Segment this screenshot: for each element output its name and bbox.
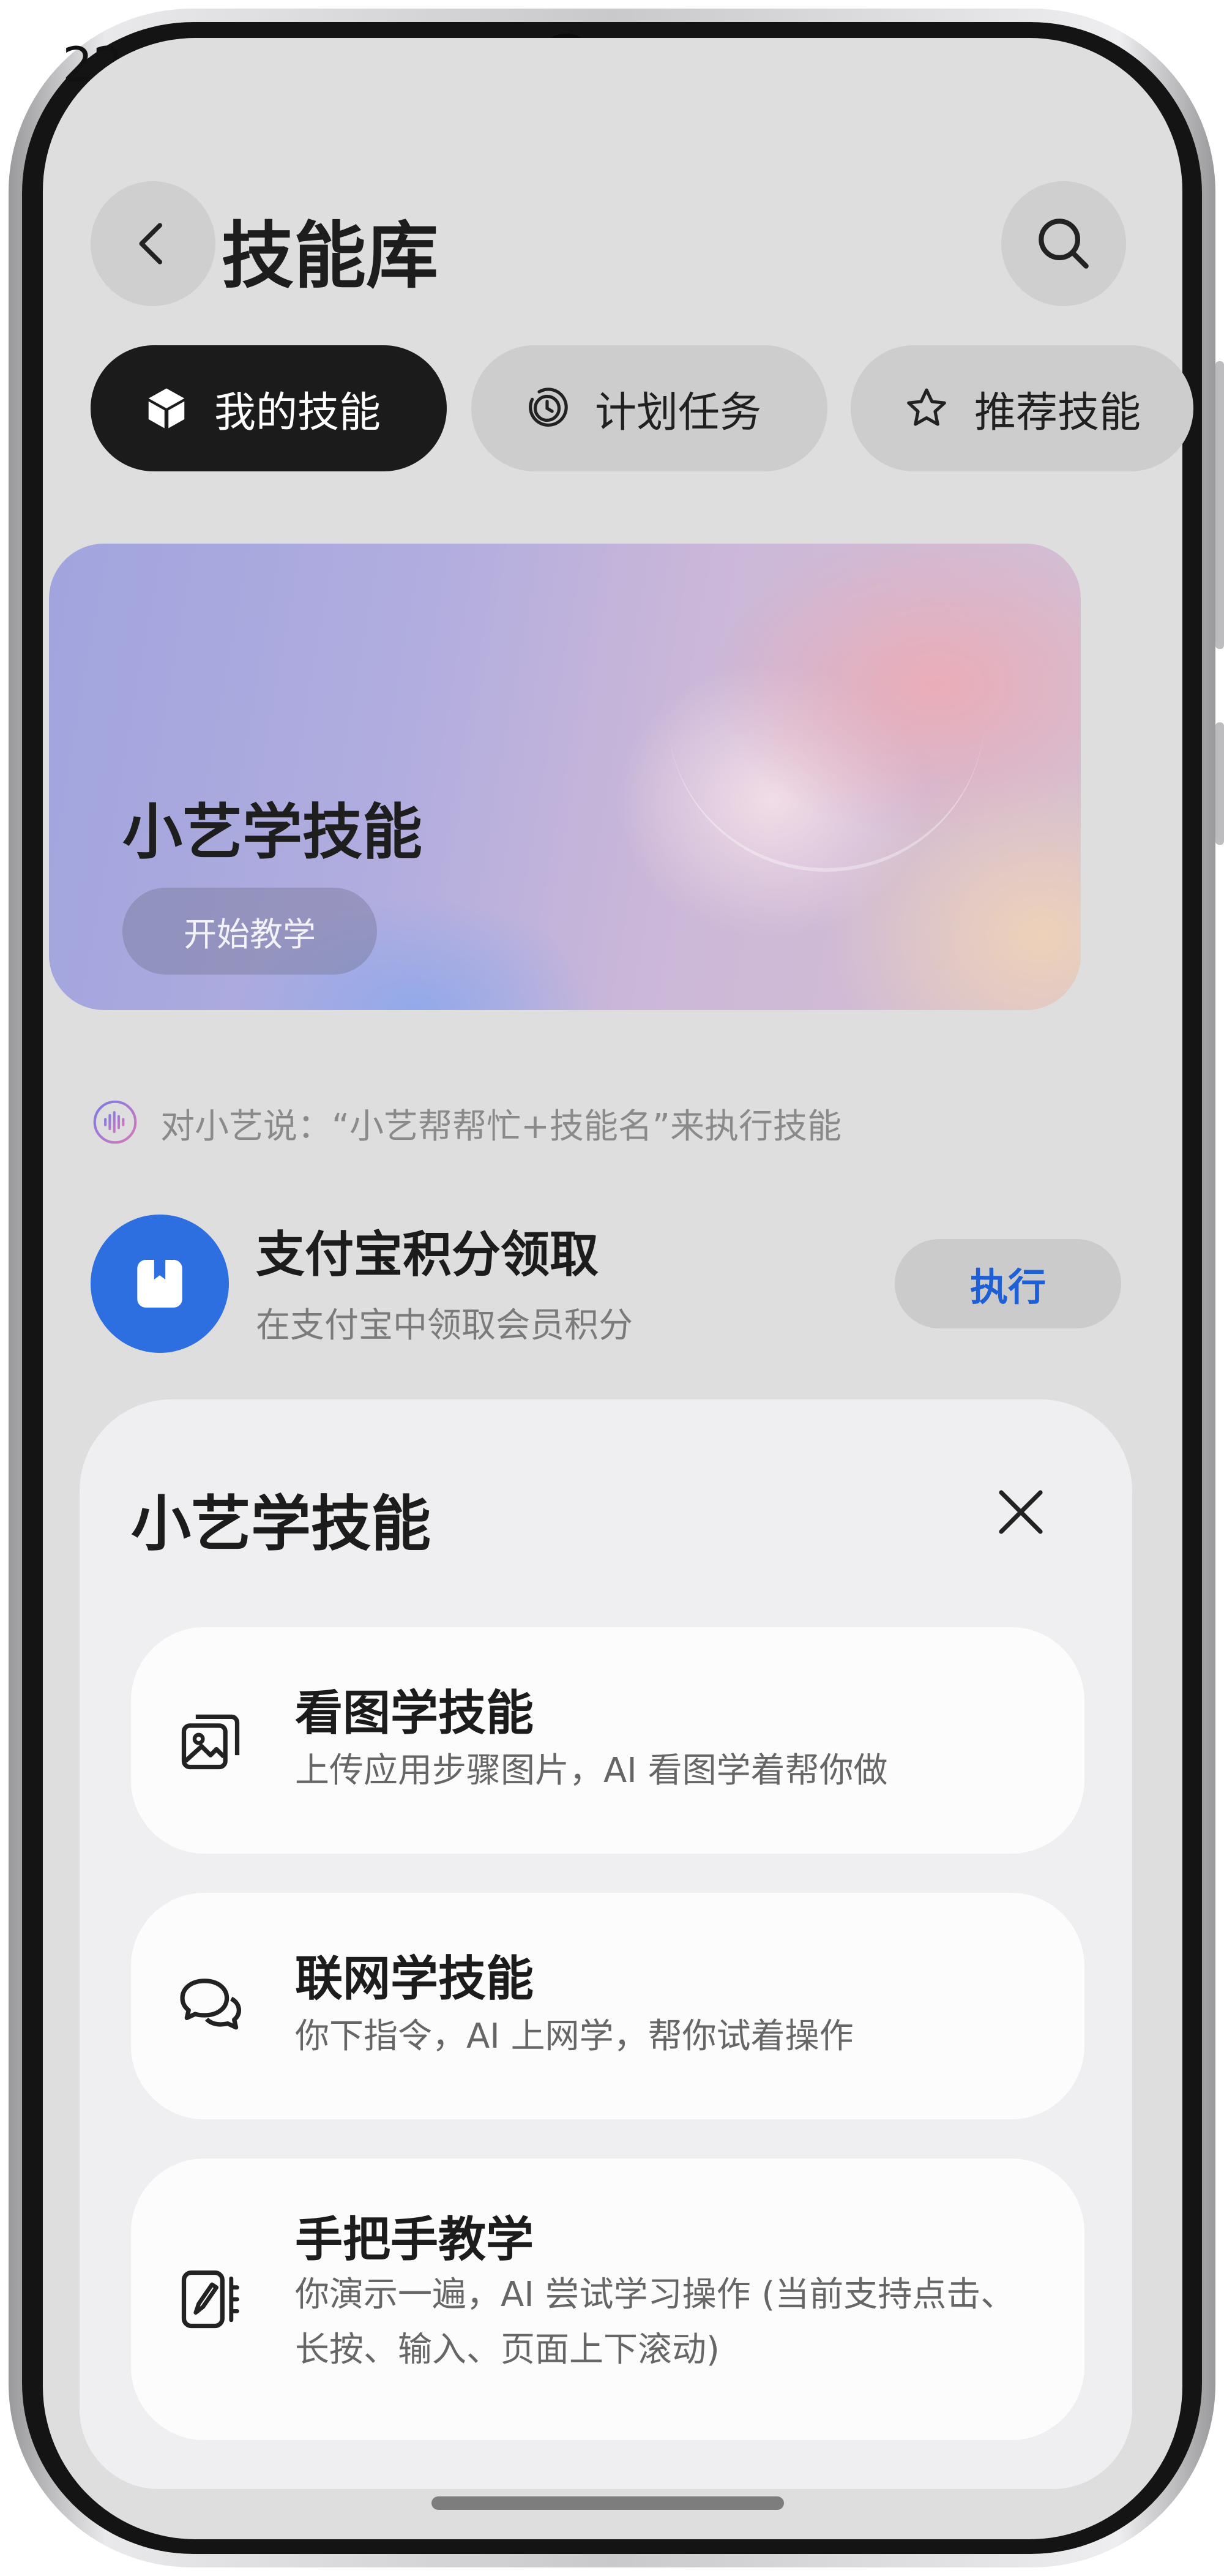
skill-icon [91,1215,229,1353]
power-button [1215,722,1224,845]
voice-hint: 对小艺说：“小艺帮帮忙+技能名”来执行技能 [160,1107,842,1147]
close-icon [999,1490,1043,1534]
tab-recommended-skills[interactable]: 推荐技能 [851,345,1193,471]
skill-title: 支付宝积分领取 [256,1226,599,1283]
bookmark-icon [137,1260,182,1308]
search-icon [1039,219,1089,269]
page-title: 技能库 [222,214,439,298]
execute-button[interactable]: 执行 [895,1239,1121,1328]
close-button[interactable] [984,1475,1058,1549]
option-description: 上传应用步骤图片，AI 看图学着帮你做 [295,1751,888,1791]
search-button[interactable] [1001,181,1126,306]
tab-scheduled-tasks[interactable]: 计划任务 [471,345,827,471]
edit-screen-icon [174,2263,247,2336]
option-description: 你演示一遍，AI 尝试学习操作 (当前支持点击、长按、输入、页面上下滚动) [295,2275,1015,2370]
option-learn-from-images[interactable]: 看图学技能 上传应用步骤图片，AI 看图学着帮你做 [131,1627,1084,1854]
images-icon [174,1704,247,1777]
voice-wave-icon [92,1099,138,1145]
banner-title: 小艺学技能 [122,798,423,867]
cube-icon [142,384,191,433]
tab-label: 计划任务 [595,388,762,437]
start-teaching-button[interactable]: 开始教学 [122,888,377,975]
home-indicator[interactable] [431,2496,784,2510]
option-description: 你下指令，AI 上网学，帮你试着操作 [295,2016,854,2056]
tab-label: 推荐技能 [974,388,1141,437]
clock-icon [523,384,572,433]
chevron-left-icon [139,223,162,264]
tab-my-skills[interactable]: 我的技能 [91,345,447,471]
option-title: 联网学技能 [295,1952,534,2007]
back-button[interactable] [91,181,215,306]
banner-decoration [667,684,985,872]
sheet-title: 小艺学技能 [131,1489,431,1559]
tab-label: 我的技能 [214,388,381,437]
skill-description: 在支付宝中领取会员积分 [256,1306,633,1346]
option-title: 手把手教学 [295,2212,534,2267]
chat-bubbles-icon [174,1969,247,2043]
option-learn-online[interactable]: 联网学技能 你下指令，AI 上网学，帮你试着操作 [131,1893,1084,2119]
option-title: 看图学技能 [295,1686,534,1741]
volume-button [1215,361,1224,649]
option-hands-on-teaching[interactable]: 手把手教学 你演示一遍，AI 尝试学习操作 (当前支持点击、长按、输入、页面上下… [131,2159,1084,2440]
star-icon [902,384,951,433]
